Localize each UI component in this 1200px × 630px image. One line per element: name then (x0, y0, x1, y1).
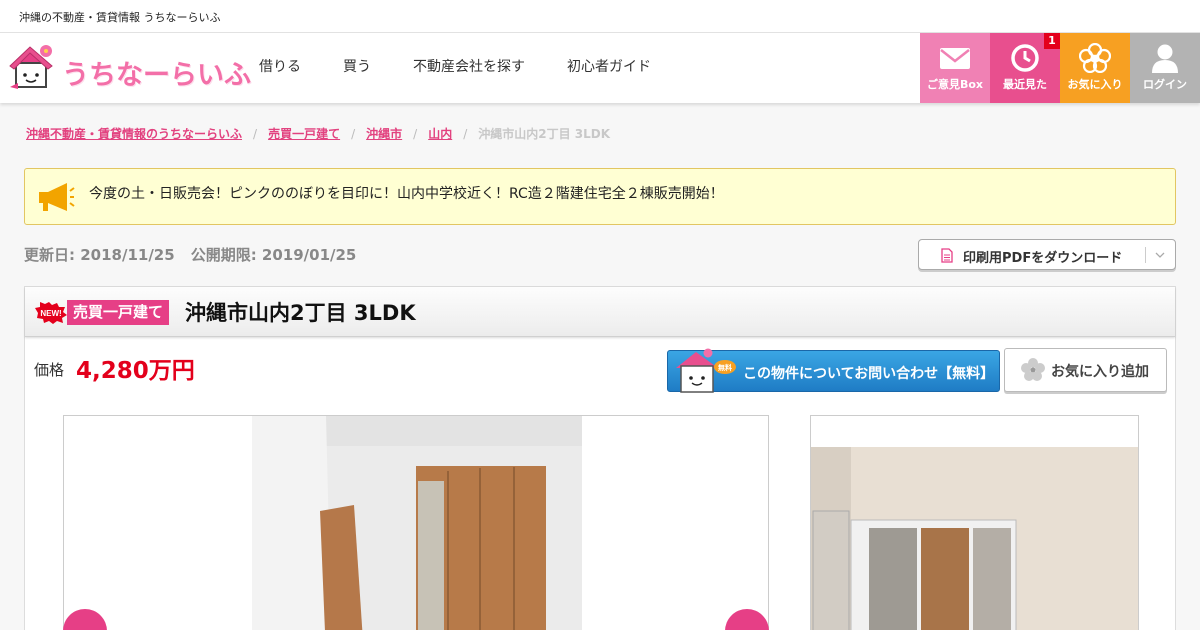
megaphone-icon (39, 183, 75, 211)
add-to-favorites-button[interactable]: お気に入り追加 (1004, 348, 1167, 392)
pdf-download-button[interactable]: 印刷用PDFをダウンロード (918, 239, 1176, 270)
button-divider (1145, 247, 1146, 263)
breadcrumb-separator: / (253, 127, 258, 141)
svg-text:無料: 無料 (718, 363, 732, 372)
inquiry-button[interactable]: 無料 この物件についてお問い合わせ【無料】 (667, 348, 1000, 393)
closet-photo (811, 447, 1138, 630)
updated-date: 更新日: 2018/11/25 (24, 246, 175, 264)
top-strip: 沖縄の不動産・賃貸情報 うちなーらいふ (0, 0, 1200, 33)
breadcrumb-city[interactable]: 沖縄市 (366, 127, 402, 141)
feedback-box-label: ご意見Box (926, 78, 984, 91)
hibiscus-icon (1079, 43, 1111, 73)
announcement-banner: 今度の土・日販売会！ピンクののぼりを目印に！山内中学校近く！RC造２階建住宅全２… (24, 168, 1176, 225)
user-icon (1152, 44, 1178, 73)
add-to-favorites-label: お気に入り追加 (1051, 364, 1149, 380)
inquiry-label: この物件についてお問い合わせ【無料】 (743, 366, 995, 382)
price-value: 4,280万円 (76, 358, 195, 384)
svg-text:NEW!: NEW! (40, 309, 61, 318)
nav-find-agency[interactable]: 不動産会社を探す (392, 33, 546, 103)
listing-dates: 更新日: 2018/11/25 公開期限: 2019/01/25 (24, 244, 356, 265)
site-tagline: 沖縄の不動産・賃貸情報 うちなーらいふ (19, 11, 221, 24)
expiry-date: 公開期限: 2019/01/25 (190, 246, 357, 264)
nav-buy[interactable]: 買う (322, 33, 392, 103)
site-header: うちなーらいふ 借りる 買う 不動産会社を探す 初心者ガイド ご意見Box 最近… (0, 33, 1200, 103)
breadcrumb-separator: / (463, 127, 468, 141)
clock-icon (1011, 44, 1039, 72)
secondary-photo-frame[interactable] (810, 415, 1139, 630)
new-badge-icon: NEW! (35, 302, 67, 324)
property-title: 沖縄市山内2丁目 3LDK (185, 301, 416, 325)
recently-viewed-button[interactable]: 最近見た 1 (990, 33, 1060, 103)
favorites-button[interactable]: お気に入り (1060, 33, 1130, 103)
favorites-label: お気に入り (1067, 78, 1123, 91)
breadcrumb-home[interactable]: 沖縄不動産・賃貸情報のうちなーらいふ (26, 127, 242, 141)
feedback-box-button[interactable]: ご意見Box (920, 33, 990, 103)
main-photo-frame[interactable] (63, 415, 769, 630)
breadcrumb-separator: / (413, 127, 418, 141)
breadcrumb: 沖縄不動産・賃貸情報のうちなーらいふ / 売買一戸建て / 沖縄市 / 山内 / 沖縄市山内2丁… (26, 125, 610, 142)
logo-wordmark: うちなーらいふ (62, 60, 251, 91)
site-logo[interactable]: うちなーらいふ (8, 41, 251, 95)
house-mascot-icon: 無料 (676, 348, 736, 393)
nav-beginner-guide[interactable]: 初心者ガイド (546, 33, 672, 103)
breadcrumb-separator: / (351, 127, 356, 141)
login-label: ログイン (1143, 78, 1187, 91)
listing-header: NEW! 売買一戸建て 沖縄市山内2丁目 3LDK (25, 287, 1175, 337)
recently-viewed-label: 最近見た (1003, 78, 1047, 91)
hibiscus-icon (1021, 358, 1045, 381)
nav-rent[interactable]: 借りる (238, 33, 322, 103)
login-button[interactable]: ログイン (1130, 33, 1200, 103)
mail-icon (940, 48, 970, 69)
chevron-down-icon[interactable] (1155, 250, 1165, 260)
breadcrumb-category[interactable]: 売買一戸建て (268, 127, 340, 141)
price-label: 価格 (34, 361, 65, 379)
category-label: 売買一戸建て (67, 300, 170, 325)
listing-card: NEW! 売買一戸建て 沖縄市山内2丁目 3LDK 価格 4,280万円 無料 … (24, 286, 1176, 630)
main-nav: 借りる 買う 不動産会社を探す 初心者ガイド (238, 33, 672, 103)
header-tools: ご意見Box 最近見た 1 お気に入り ログイン (920, 33, 1200, 103)
breadcrumb-area[interactable]: 山内 (428, 127, 452, 141)
recently-viewed-count-badge: 1 (1044, 33, 1060, 49)
logo-house-icon (9, 45, 53, 89)
document-icon (941, 248, 953, 263)
room-photo (252, 416, 582, 630)
breadcrumb-current: 沖縄市山内2丁目 3LDK (478, 127, 611, 141)
announcement-text: 今度の土・日販売会！ピンクののぼりを目印に！山内中学校近く！RC造２階建住宅全２… (89, 186, 724, 202)
pdf-download-label: 印刷用PDFをダウンロード (963, 251, 1123, 266)
